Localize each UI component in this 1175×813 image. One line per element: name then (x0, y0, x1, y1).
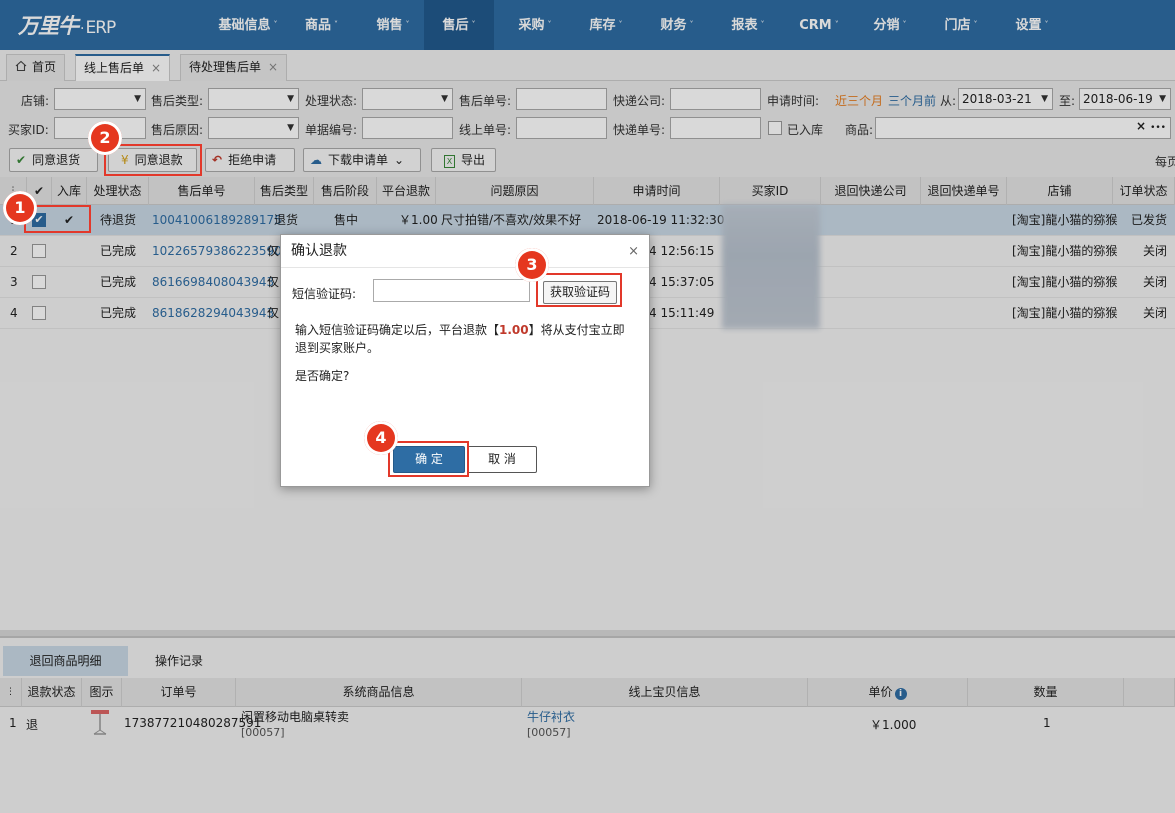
step-badge-3: 3 (515, 248, 549, 282)
sms-code-label: 短信验证码: (292, 287, 357, 301)
sms-code-input[interactable] (373, 279, 530, 302)
close-icon[interactable]: × (628, 235, 639, 268)
cancel-button[interactable]: 取 消 (467, 446, 537, 473)
highlight-box-2 (104, 144, 202, 176)
highlight-box-4 (388, 441, 469, 477)
step-badge-4: 4 (364, 421, 398, 455)
confirm-question: 是否确定? (295, 369, 350, 383)
dialog-title: 确认退款 × (281, 235, 649, 268)
step-badge-1: 1 (3, 191, 37, 225)
highlight-box-3 (536, 273, 622, 307)
refund-message: 输入短信验证码确定以后，平台退款【1.00】将从支付宝立即退到买家账户。 (295, 323, 625, 355)
step-badge-2: 2 (88, 121, 122, 155)
